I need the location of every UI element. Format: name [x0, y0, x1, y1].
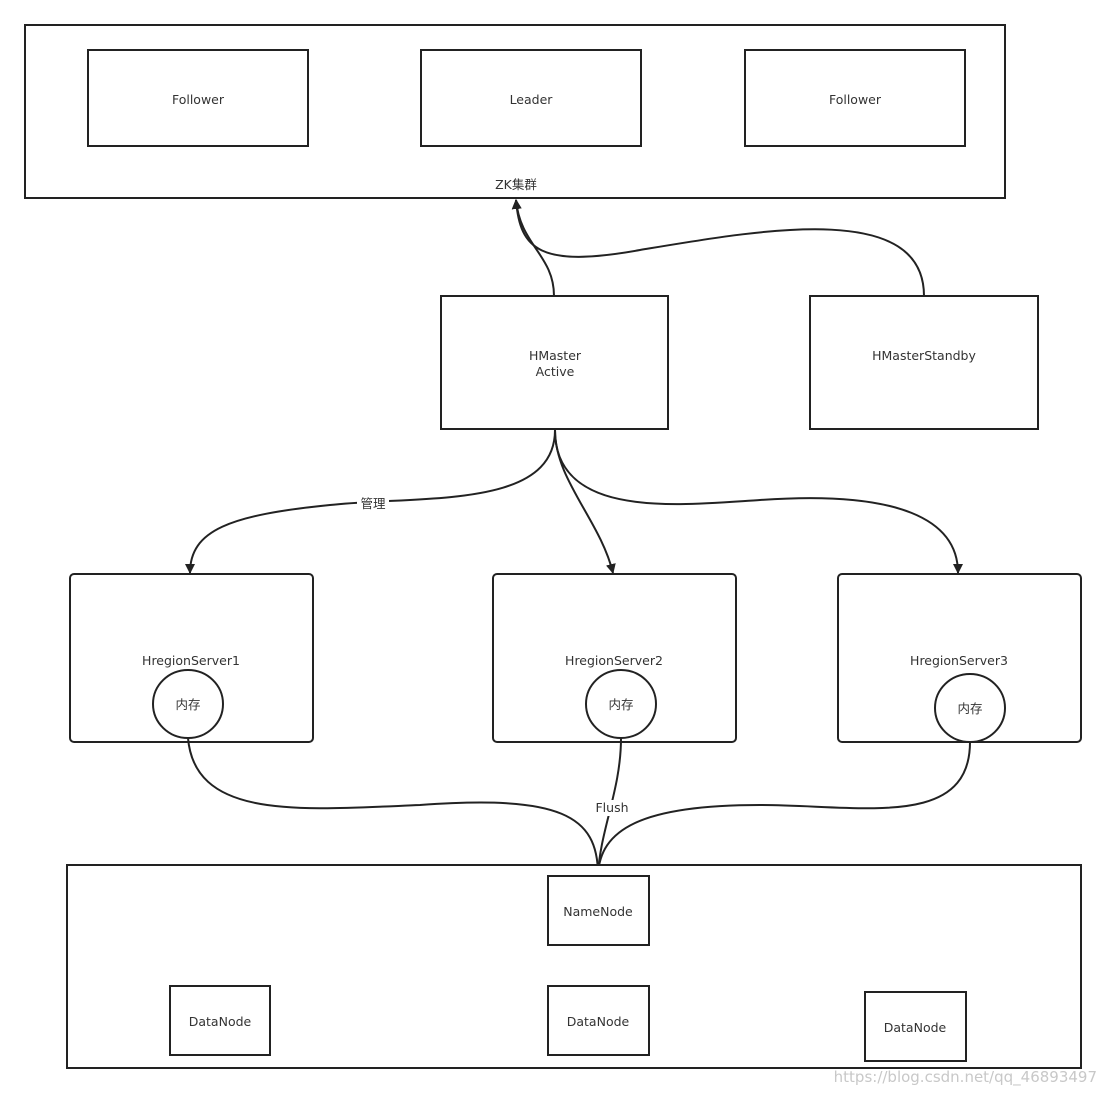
region-server-3-label: HregionServer3: [910, 653, 1008, 668]
zk-leader-label: Leader: [510, 92, 554, 107]
datanode-1-label: DataNode: [189, 1014, 252, 1029]
edge-hmaster-rs3: [554, 429, 963, 574]
hmaster-standby-label: HMasterStandby: [872, 348, 976, 363]
diagram: Follower Leader Follower ZK集群 HMaster Ac…: [0, 0, 1106, 1094]
hmaster-label: HMaster: [529, 348, 582, 363]
datanode-2-label: DataNode: [567, 1014, 630, 1029]
edge-hmaster-zk: [511, 199, 555, 297]
diagram-canvas: Follower Leader Follower ZK集群 HMaster Ac…: [24, 24, 1097, 1087]
edge-memory1-namenode: [187, 737, 603, 876]
edge-hmaster-rs2: [554, 429, 616, 574]
region-server-1-label: HregionServer1: [142, 653, 240, 668]
edge-standby-zk: [511, 199, 925, 297]
flush-label: Flush: [595, 800, 628, 815]
region-server-2-label: HregionServer2: [565, 653, 663, 668]
zk-follower-1-label: Follower: [172, 92, 225, 107]
manage-label: 管理: [360, 496, 386, 511]
zk-follower-2-label: Follower: [829, 92, 882, 107]
hmaster-active-label: Active: [536, 364, 575, 379]
zk-cluster-label: ZK集群: [495, 177, 537, 192]
region-server-1-memory-label: 内存: [175, 697, 200, 712]
edge-memory3-namenode: [593, 741, 971, 876]
datanode-3-label: DataNode: [884, 1020, 947, 1035]
watermark: https://blog.csdn.net/qq_46893497: [834, 1068, 1097, 1087]
region-server-2-memory-label: 内存: [608, 697, 633, 712]
region-server-3-memory-label: 内存: [957, 701, 982, 716]
namenode-label: NameNode: [563, 904, 633, 919]
